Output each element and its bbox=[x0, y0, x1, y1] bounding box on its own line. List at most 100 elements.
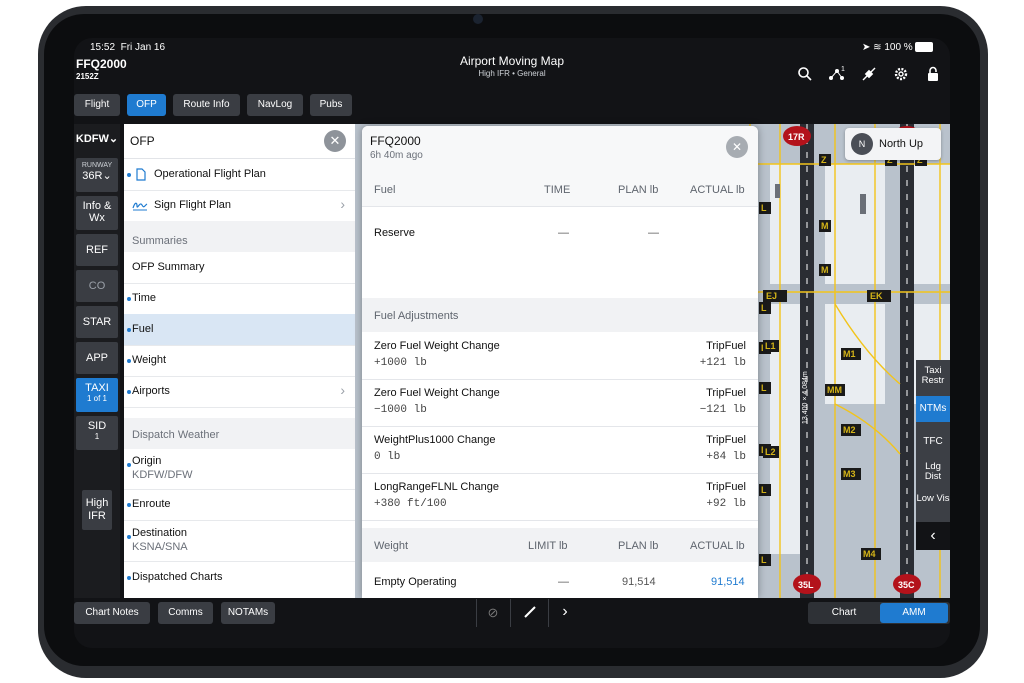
svg-text:L: L bbox=[761, 203, 767, 213]
ofp-title: OFP bbox=[130, 134, 155, 148]
page-title: Airport Moving Map bbox=[459, 54, 565, 68]
table-row: Reserve — — bbox=[362, 206, 758, 300]
list-item-dispatched-charts[interactable]: Dispatched Charts bbox=[124, 562, 355, 598]
list-item-sign-flight-plan[interactable]: Sign Flight Plan › bbox=[124, 190, 355, 222]
search-icon[interactable] bbox=[796, 66, 814, 84]
adjustment-kind: TripFuel bbox=[706, 340, 746, 352]
chevron-left-icon[interactable]: ‹ bbox=[916, 522, 950, 550]
close-icon[interactable]: ✕ bbox=[324, 130, 346, 152]
lock-icon[interactable] bbox=[924, 66, 942, 84]
rail-co[interactable]: CO bbox=[76, 270, 118, 302]
list-item-sub: KDFW/DFW bbox=[132, 469, 193, 481]
tab-flight[interactable]: Flight bbox=[74, 94, 120, 116]
col-weight: Weight bbox=[374, 540, 409, 552]
list-item-label: Origin bbox=[132, 455, 162, 467]
list-item-label: Enroute bbox=[132, 498, 171, 510]
notams-button[interactable]: NOTAMs bbox=[221, 602, 275, 624]
col-limit: LIMIT lb bbox=[528, 540, 568, 552]
svg-text:35L: 35L bbox=[798, 580, 814, 590]
section-title: Fuel Adjustments bbox=[374, 310, 459, 322]
adjustment-delta: +84 lb bbox=[706, 451, 746, 463]
segment-chart[interactable]: Chart bbox=[810, 603, 878, 623]
chevron-right-icon: › bbox=[340, 382, 345, 398]
airport-selector[interactable]: KDFW⌄ bbox=[74, 124, 120, 154]
tab-ofp[interactable]: OFP bbox=[127, 94, 166, 116]
rail-tfc[interactable]: TFC bbox=[916, 430, 950, 454]
north-up-button[interactable]: N North Up bbox=[845, 128, 941, 160]
list-item-enroute[interactable]: Enroute bbox=[124, 490, 355, 521]
list-item-ofp-summary[interactable]: OFP Summary bbox=[124, 252, 355, 284]
satellite-icon[interactable] bbox=[860, 66, 878, 84]
col-time: TIME bbox=[544, 184, 571, 196]
list-item-origin[interactable]: Origin KDFW/DFW bbox=[124, 449, 355, 490]
status-date: Fri Jan 16 bbox=[120, 42, 166, 53]
chevron-right-icon[interactable]: › bbox=[556, 601, 574, 623]
tab-navlog[interactable]: NavLog bbox=[247, 94, 303, 116]
adjustment-label: LongRangeFLNL Change bbox=[374, 481, 499, 493]
rail-star[interactable]: STAR bbox=[76, 306, 118, 338]
section-summaries: Summaries bbox=[124, 221, 355, 252]
list-item-time[interactable]: Time bbox=[124, 283, 355, 315]
unread-dot bbox=[127, 173, 131, 177]
rail-taxi[interactable]: TAXI 1 of 1 bbox=[76, 378, 118, 412]
list-item-destination[interactable]: Destination KSNA/SNA bbox=[124, 521, 355, 562]
document-icon bbox=[136, 168, 146, 184]
svg-text:1: 1 bbox=[841, 66, 845, 73]
list-item-weight[interactable]: Weight bbox=[124, 345, 355, 377]
rail-taxi-label: TAXI bbox=[85, 382, 109, 394]
route-share-icon[interactable]: 1 bbox=[828, 66, 846, 84]
card-title: FFQ2000 bbox=[370, 134, 421, 148]
left-rail: KDFW⌄ RUNWAY 36R⌄ Info & Wx REF CO STAR … bbox=[74, 124, 120, 598]
flight-id[interactable]: FFQ2000 bbox=[76, 57, 127, 71]
runway-selector[interactable]: RUNWAY 36R⌄ bbox=[76, 158, 118, 192]
gear-icon[interactable] bbox=[892, 66, 910, 84]
list-item-airports[interactable]: Airports › bbox=[124, 376, 355, 408]
unread-dot bbox=[127, 576, 131, 580]
table-row: LongRangeFLNL Change +380 ft/100 TripFue… bbox=[362, 473, 758, 521]
app-screen: 15:52 Fri Jan 16 ➤ ≋ 100 % FFQ2000 2152Z… bbox=[74, 38, 950, 648]
adjustment-value: +380 ft/100 bbox=[374, 498, 447, 510]
adjustment-value: +1000 lb bbox=[374, 357, 427, 369]
chart-notes-button[interactable]: Chart Notes bbox=[74, 602, 150, 624]
card-header: FFQ2000 6h 40m ago ✕ bbox=[362, 126, 758, 170]
adjustment-delta: +92 lb bbox=[706, 498, 746, 510]
tab-route-info[interactable]: Route Info bbox=[173, 94, 240, 116]
annotation-icon[interactable]: ⊘ bbox=[484, 604, 502, 622]
section-title: Dispatch Weather bbox=[132, 429, 220, 441]
adjustment-label: WeightPlus1000 Change bbox=[374, 434, 496, 446]
page-subtitle: High IFR • General bbox=[478, 69, 546, 78]
rail-taxi-restr[interactable]: Taxi Restr bbox=[916, 366, 950, 392]
list-item-sub: KSNA/SNA bbox=[132, 541, 188, 553]
tab-pubs[interactable]: Pubs bbox=[310, 94, 352, 116]
list-item-label: Dispatched Charts bbox=[132, 571, 223, 583]
rail-ref[interactable]: REF bbox=[76, 234, 118, 266]
svg-text:35C: 35C bbox=[898, 580, 915, 590]
svg-text:M: M bbox=[821, 265, 829, 275]
pencil-icon[interactable] bbox=[522, 604, 540, 622]
rail-high-ifr[interactable]: High IFR bbox=[82, 490, 112, 530]
svg-text:EK: EK bbox=[870, 291, 883, 301]
rail-sid[interactable]: SID 1 bbox=[76, 416, 118, 450]
rail-app[interactable]: APP bbox=[76, 342, 118, 374]
unread-dot bbox=[127, 463, 131, 467]
signature-icon bbox=[132, 199, 148, 214]
rail-ldg-dist[interactable]: Ldg Dist bbox=[916, 462, 950, 488]
col-actual: ACTUAL lb bbox=[690, 184, 745, 196]
ofp-panel: OFP ✕ Operational Flight Plan Sign Fligh… bbox=[124, 124, 355, 598]
weight-actual[interactable]: 91,514 bbox=[711, 576, 745, 588]
list-item-operational-flight-plan[interactable]: Operational Flight Plan bbox=[124, 159, 355, 191]
table-row: Empty Operating — 91,514 91,514 bbox=[362, 562, 758, 598]
divider bbox=[510, 599, 511, 627]
close-icon[interactable]: ✕ bbox=[726, 136, 748, 158]
rail-ntms[interactable]: NTMs bbox=[916, 396, 950, 422]
segment-amm[interactable]: AMM bbox=[880, 603, 948, 623]
list-item-fuel[interactable]: Fuel bbox=[124, 314, 355, 346]
svg-text:EJ: EJ bbox=[766, 291, 777, 301]
rail-info-wx[interactable]: Info & Wx bbox=[76, 196, 118, 230]
runway-value: 36R⌄ bbox=[82, 170, 112, 182]
rail-sid-label: SID bbox=[87, 420, 107, 432]
unread-dot bbox=[127, 328, 131, 332]
unread-dot bbox=[127, 297, 131, 301]
comms-button[interactable]: Comms bbox=[158, 602, 213, 624]
rail-low-vis[interactable]: Low Vis bbox=[916, 494, 950, 520]
